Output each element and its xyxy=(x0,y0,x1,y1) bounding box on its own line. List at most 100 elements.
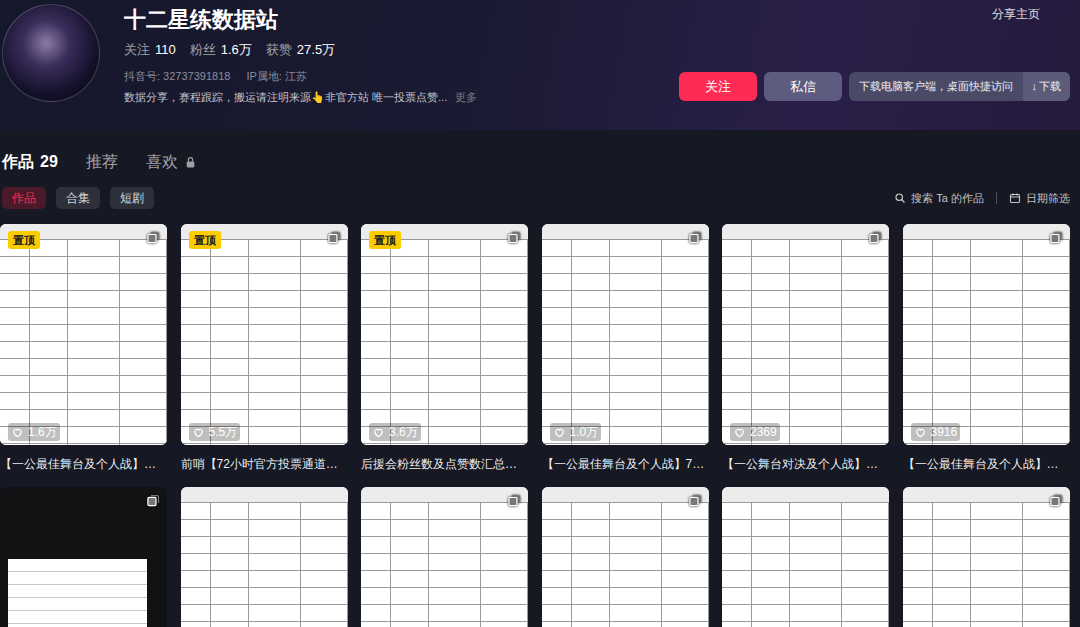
cover-column xyxy=(610,240,662,445)
video-card[interactable]: 置顶3.6万后援会粉丝数及点赞数汇总… xyxy=(361,224,528,473)
cover-image xyxy=(8,559,147,627)
cover-strip xyxy=(903,224,1070,240)
sub-tab[interactable]: 合集 xyxy=(56,187,100,209)
video-card[interactable] xyxy=(0,487,167,627)
cover-table xyxy=(181,240,348,445)
download-label: 下载 xyxy=(1039,78,1061,95)
profile-info: 十二星练数据站关注110粉丝1.6万获赞27.5万抖音号: 3273739181… xyxy=(124,0,477,130)
stat-label: 获赞 xyxy=(266,40,292,60)
video-title[interactable]: 【一公舞台对决及个人战】… xyxy=(722,455,889,473)
video-card[interactable] xyxy=(181,487,348,627)
cover-column xyxy=(301,240,348,445)
video-cover[interactable] xyxy=(903,487,1070,627)
multi-image-icon xyxy=(688,493,703,508)
cover-column xyxy=(391,240,429,445)
like-value: 1.6万 xyxy=(28,423,57,441)
video-card[interactable]: 置顶5.5万前哨【72小时官方投票通道… xyxy=(181,224,348,473)
filters: 搜索 Ta 的作品 日期筛选 xyxy=(894,190,1070,207)
stat[interactable]: 获赞27.5万 xyxy=(266,40,335,60)
follow-button[interactable]: 关注 xyxy=(679,72,757,101)
download-box: 下载电脑客户端，桌面快捷访问↓下载 xyxy=(849,72,1071,101)
cover-table xyxy=(542,240,709,445)
stat-value: 27.5万 xyxy=(297,40,335,60)
video-card[interactable] xyxy=(361,487,528,627)
video-title[interactable]: 【一公最佳舞台及个人战】7… xyxy=(542,455,709,473)
cover-column xyxy=(181,503,211,627)
video-cover[interactable] xyxy=(181,487,348,627)
message-button[interactable]: 私信 xyxy=(764,72,842,101)
video-grid: 置顶1.6万【一公最佳舞台及个人战】…置顶5.5万前哨【72小时官方投票通道…置… xyxy=(0,224,1080,627)
cover-column xyxy=(842,503,889,627)
cover-table xyxy=(181,503,348,627)
video-cover[interactable] xyxy=(361,487,528,627)
cover-table xyxy=(722,240,889,445)
pinned-badge: 置顶 xyxy=(189,231,221,249)
cover-column xyxy=(790,240,842,445)
video-cover[interactable]: 1.0万 xyxy=(542,224,709,445)
video-title[interactable]: 【一公最佳舞台及个人战】… xyxy=(0,455,167,473)
cover-column xyxy=(572,240,610,445)
video-card[interactable]: 2369 【一公舞台对决及个人战】… xyxy=(722,224,889,473)
video-cover[interactable] xyxy=(0,487,167,627)
cover-column xyxy=(542,240,572,445)
multi-image-icon xyxy=(327,230,342,245)
video-card[interactable] xyxy=(722,487,889,627)
cover-strip xyxy=(361,487,528,503)
video-cover[interactable]: 2369 xyxy=(722,224,889,445)
bio-row: 数据分享，赛程跟踪，搬运请注明来源👆非官方站 唯一投票点赞...更多 xyxy=(124,89,477,105)
video-card[interactable] xyxy=(542,487,709,627)
tab[interactable]: 作品29 xyxy=(2,150,58,174)
video-cover[interactable]: 置顶1.6万 xyxy=(0,224,167,445)
cover-column xyxy=(181,240,211,445)
like-value: 2369 xyxy=(750,423,777,441)
stat[interactable]: 粉丝1.6万 xyxy=(190,40,252,60)
video-cover[interactable]: 置顶3.6万 xyxy=(361,224,528,445)
video-cover[interactable] xyxy=(722,487,889,627)
heart-icon xyxy=(11,426,24,439)
video-title[interactable]: 前哨【72小时官方投票通道… xyxy=(181,455,348,473)
cover-column xyxy=(542,503,572,627)
heart-icon xyxy=(372,426,385,439)
like-count: 3916 xyxy=(911,423,961,441)
cover-column xyxy=(301,503,348,627)
date-filter[interactable]: 日期筛选 xyxy=(1009,190,1070,207)
cover-column xyxy=(361,503,391,627)
cover-column xyxy=(752,503,790,627)
cover-table xyxy=(722,503,889,627)
stat[interactable]: 关注110 xyxy=(124,40,176,60)
cover-column xyxy=(361,240,391,445)
sub-tab[interactable]: 作品 xyxy=(2,187,46,209)
download-button[interactable]: ↓下载 xyxy=(1023,72,1071,101)
id-row: 抖音号: 32737391818IP属地: 江苏 xyxy=(124,68,477,84)
multi-image-icon xyxy=(1049,493,1064,508)
video-cover[interactable] xyxy=(542,487,709,627)
cover-table xyxy=(361,240,528,445)
video-cover[interactable]: 置顶5.5万 xyxy=(181,224,348,445)
heart-icon xyxy=(914,426,927,439)
tab-label: 推荐 xyxy=(86,150,118,174)
video-card[interactable]: 1.0万【一公最佳舞台及个人战】7… xyxy=(542,224,709,473)
cover-column xyxy=(903,503,933,627)
cover-table xyxy=(0,240,167,445)
cover-column xyxy=(1023,503,1070,627)
share-button[interactable]: 分享主页 xyxy=(992,6,1040,22)
cover-column xyxy=(391,503,429,627)
video-card[interactable]: 置顶1.6万【一公最佳舞台及个人战】… xyxy=(0,224,167,473)
sub-tabs: 作品合集短剧 xyxy=(2,187,154,209)
download-icon: ↓ xyxy=(1032,78,1038,95)
cover-column xyxy=(933,240,971,445)
search-button[interactable]: 搜索 Ta 的作品 xyxy=(894,190,984,207)
tab[interactable]: 喜欢 xyxy=(146,150,197,174)
like-value: 3916 xyxy=(931,423,958,441)
video-title[interactable]: 后援会粉丝数及点赞数汇总… xyxy=(361,455,528,473)
video-card[interactable] xyxy=(903,487,1070,627)
video-cover[interactable]: 3916 xyxy=(903,224,1070,445)
video-title[interactable]: 【一公最佳舞台及个人战】… xyxy=(903,455,1070,473)
sub-tab[interactable]: 短剧 xyxy=(110,187,154,209)
tab[interactable]: 推荐 xyxy=(86,150,118,174)
cover-column xyxy=(662,240,709,445)
video-card[interactable]: 3916 【一公最佳舞台及个人战】… xyxy=(903,224,1070,473)
more-link[interactable]: 更多 xyxy=(455,89,477,105)
avatar[interactable] xyxy=(2,4,100,102)
cover-column xyxy=(249,240,301,445)
